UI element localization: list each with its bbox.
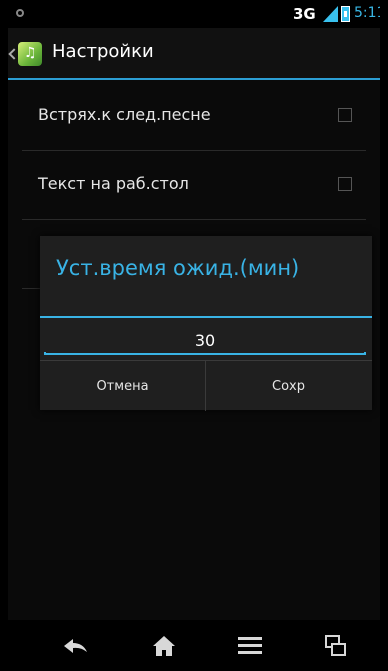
minutes-input[interactable] (44, 326, 366, 354)
pref-label: Текст на раб.стол (38, 174, 189, 193)
page-title: Настройки (52, 41, 154, 62)
pref-checkbox[interactable] (338, 177, 352, 191)
back-button[interactable] (46, 626, 106, 666)
pref-row-shake-next[interactable]: Встрях.к след.песне (22, 82, 366, 151)
recent-apps-button[interactable] (306, 626, 366, 666)
menu-button[interactable] (220, 626, 280, 666)
input-underline (44, 352, 366, 355)
action-bar: ♫ Настройки (8, 28, 380, 80)
cancel-button[interactable]: Отмена (40, 361, 205, 411)
dialog-button-row: Отмена Сохр (40, 360, 372, 411)
home-icon (153, 636, 175, 656)
battery-icon (341, 6, 350, 22)
dialog-title: Уст.время ожид.(мин) (56, 256, 300, 280)
home-button[interactable] (134, 626, 194, 666)
recent-apps-icon (325, 635, 346, 656)
navigation-bar (8, 620, 380, 671)
pref-label: Встрях.к след.песне (38, 105, 211, 124)
back-icon (64, 639, 87, 653)
pref-row-lyrics-desktop[interactable]: Текст на раб.стол (22, 151, 366, 220)
save-button[interactable]: Сохр (206, 361, 371, 411)
screen: 3G 5:11 ♫ Настройки Встрях.к след.песне … (8, 0, 380, 671)
menu-icon (238, 637, 262, 654)
clock: 5:11 (354, 5, 380, 21)
timeout-dialog: Уст.время ожид.(мин) Отмена Сохр (40, 236, 372, 411)
network-type: 3G (293, 5, 316, 23)
pref-checkbox[interactable] (338, 108, 352, 122)
music-note-icon: ♫ (24, 45, 37, 61)
signal-icon (323, 6, 338, 22)
status-bar: 3G 5:11 (8, 0, 380, 28)
notification-dot-icon (16, 9, 24, 17)
dialog-title-divider (40, 316, 372, 318)
